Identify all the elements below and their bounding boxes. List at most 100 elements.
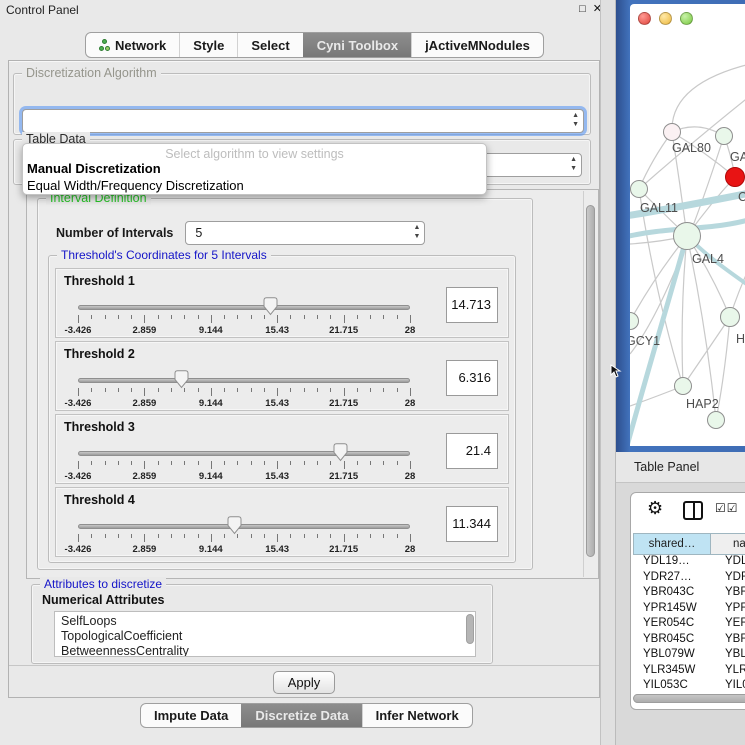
algorithm-combobox[interactable]: ▲▼: [22, 109, 584, 133]
network-node-hap2[interactable]: [674, 377, 692, 395]
cell-name: YBR0: [711, 586, 745, 602]
node-label: GAL4: [692, 252, 724, 266]
network-node-gal11[interactable]: [630, 180, 648, 198]
tab-label: Style: [193, 38, 224, 53]
tab-label: Cyni Toolbox: [317, 38, 398, 53]
attribute-list-item[interactable]: SelfLoops: [61, 614, 475, 629]
numerical-attributes-list[interactable]: SelfLoopsTopologicalCoefficientBetweenne…: [54, 611, 476, 657]
columns-icon[interactable]: [683, 501, 703, 520]
table-row[interactable]: YIL053CYIL0: [633, 679, 745, 689]
table-row[interactable]: YLR345WYLR3: [633, 664, 745, 680]
slider-track[interactable]: [78, 524, 410, 529]
table-row[interactable]: YPR145WYPR1: [633, 602, 745, 618]
tab-impute-data[interactable]: Impute Data: [141, 704, 241, 727]
slider-thumb-icon[interactable]: [227, 516, 242, 535]
discretization-algorithm-group: Discretization Algorithm ▲▼: [13, 73, 591, 135]
network-node[interactable]: [707, 411, 725, 429]
apply-button[interactable]: Apply: [273, 671, 335, 694]
network-node-gal4[interactable]: [673, 222, 701, 250]
network-node-gal80[interactable]: [663, 123, 681, 141]
threshold-slider[interactable]: -3.4262.8599.14415.4321.71528: [78, 374, 410, 404]
threshold-slider[interactable]: -3.4262.8599.14415.4321.71528: [78, 520, 410, 550]
interval-definition-group: Interval Definition Number of Intervals …: [37, 198, 533, 570]
gear-icon[interactable]: ⚙: [647, 498, 663, 519]
slider-thumb-icon[interactable]: [333, 443, 348, 462]
numerical-attributes-header: Numerical Attributes: [42, 593, 164, 607]
column-header-name[interactable]: na: [711, 533, 745, 555]
table-horizontal-scrollbar[interactable]: [633, 694, 745, 705]
node-label: GCY1: [630, 334, 660, 348]
cell-shared-name: YIL053C: [633, 679, 711, 689]
tab-style[interactable]: Style: [179, 33, 237, 57]
slider-ticks: [78, 461, 410, 470]
threshold-value-field[interactable]: 6.316: [446, 360, 498, 396]
tab-select[interactable]: Select: [237, 33, 302, 57]
tab-cyni-toolbox[interactable]: Cyni Toolbox: [303, 33, 411, 57]
table-row[interactable]: YER054CYER0: [633, 617, 745, 633]
table-row[interactable]: YDL19…YDL1: [633, 555, 745, 571]
settings-vertical-scrollbar[interactable]: [583, 191, 597, 577]
dropdown-options: Manual DiscretizationEqual Width/Frequen…: [23, 161, 486, 194]
table-row[interactable]: YBL079WYBL0: [633, 648, 745, 664]
tab-infer-network[interactable]: Infer Network: [362, 704, 472, 727]
table-row[interactable]: YDR27…YDR2: [633, 571, 745, 587]
threshold-value-field[interactable]: 21.4: [446, 433, 498, 469]
slider-tick-labels: -3.4262.8599.14415.4321.71528: [78, 398, 410, 409]
node-label: GA: [730, 150, 745, 164]
cell-name: YER0: [711, 617, 745, 633]
slider-thumb-icon[interactable]: [174, 370, 189, 389]
slider-track[interactable]: [78, 451, 410, 456]
dropdown-option[interactable]: Equal Width/Frequency Discretization: [23, 178, 486, 195]
threshold-label: Threshold 2: [64, 347, 135, 361]
tab-discretize-data[interactable]: Discretize Data: [241, 704, 361, 727]
minimize-traffic-light-icon[interactable]: [659, 12, 672, 25]
threshold-slider[interactable]: -3.4262.8599.14415.4321.71528: [78, 447, 410, 477]
slider-thumb-icon[interactable]: [263, 297, 278, 316]
tab-label: Infer Network: [376, 708, 459, 723]
discretization-algorithm-legend: Discretization Algorithm: [22, 66, 161, 80]
attribute-list-item[interactable]: TopologicalCoefficient: [61, 629, 475, 644]
right-region: GAL80GACGAL11GAL4GCY1HHAP2 Table Panel ⚙…: [616, 0, 745, 745]
zoom-traffic-light-icon[interactable]: [680, 12, 693, 25]
slider-ticks: [78, 388, 410, 397]
close-traffic-light-icon[interactable]: [638, 12, 651, 25]
attribute-list-item[interactable]: BetweennessCentrality: [61, 644, 475, 657]
table-row[interactable]: YBR043CYBR0: [633, 586, 745, 602]
threshold-value-field[interactable]: 11.344: [446, 506, 498, 542]
thresholds-group: Threshold's Coordinates for 5 Intervals …: [48, 255, 516, 563]
divider-line: [9, 665, 599, 666]
tab-label: Discretize Data: [255, 708, 348, 723]
top-tab-bar: Network Style Select Cyni Toolbox jActiveMNo…: [85, 32, 544, 58]
network-node-h[interactable]: [720, 307, 740, 327]
network-node-ga[interactable]: [715, 127, 733, 145]
algorithm-dropdown-popup: Select algorithm to view settings Manual…: [22, 143, 487, 195]
cyni-toolbox-panel: Discretization Algorithm ▲▼ Select algor…: [8, 60, 600, 698]
tab-label: Network: [115, 38, 166, 53]
number-of-intervals-combobox[interactable]: 5 ▲▼: [185, 221, 425, 245]
slider-tick-labels: -3.4262.8599.14415.4321.71528: [78, 325, 410, 336]
tab-network[interactable]: Network: [86, 33, 179, 57]
scrollbar-thumb[interactable]: [586, 205, 595, 557]
cell-name: YDR2: [711, 571, 745, 587]
cell-name: YDL1: [711, 555, 745, 571]
cell-name: YLR3: [711, 664, 745, 680]
column-header-shared[interactable]: shared…: [633, 533, 711, 555]
tab-label: jActiveMNodules: [425, 38, 530, 53]
slider-track[interactable]: [78, 305, 410, 310]
attributes-legend: Attributes to discretize: [40, 577, 166, 591]
dropdown-option[interactable]: Manual Discretization: [23, 161, 486, 178]
threshold-value-field[interactable]: 14.713: [446, 287, 498, 323]
network-view-window[interactable]: GAL80GACGAL11GAL4GCY1HHAP2: [630, 4, 745, 446]
threshold-rows: Threshold 1-3.4262.8599.14415.4321.71528…: [55, 268, 509, 560]
tab-jactivemnodules[interactable]: jActiveMNodules: [411, 33, 543, 57]
list-scrollbar-thumb[interactable]: [466, 614, 474, 644]
float-window-icon[interactable]: □: [579, 3, 586, 15]
slider-track[interactable]: [78, 378, 410, 383]
network-node-c[interactable]: [725, 167, 745, 187]
table-row[interactable]: YBR045CYBR0: [633, 633, 745, 649]
node-label: GAL11: [640, 201, 678, 215]
cell-name: YPR1: [711, 602, 745, 618]
combo-stepper-icon: ▲▼: [413, 223, 420, 241]
checkbox-icons[interactable]: ☑☑: [715, 501, 739, 515]
threshold-slider[interactable]: -3.4262.8599.14415.4321.71528: [78, 301, 410, 331]
